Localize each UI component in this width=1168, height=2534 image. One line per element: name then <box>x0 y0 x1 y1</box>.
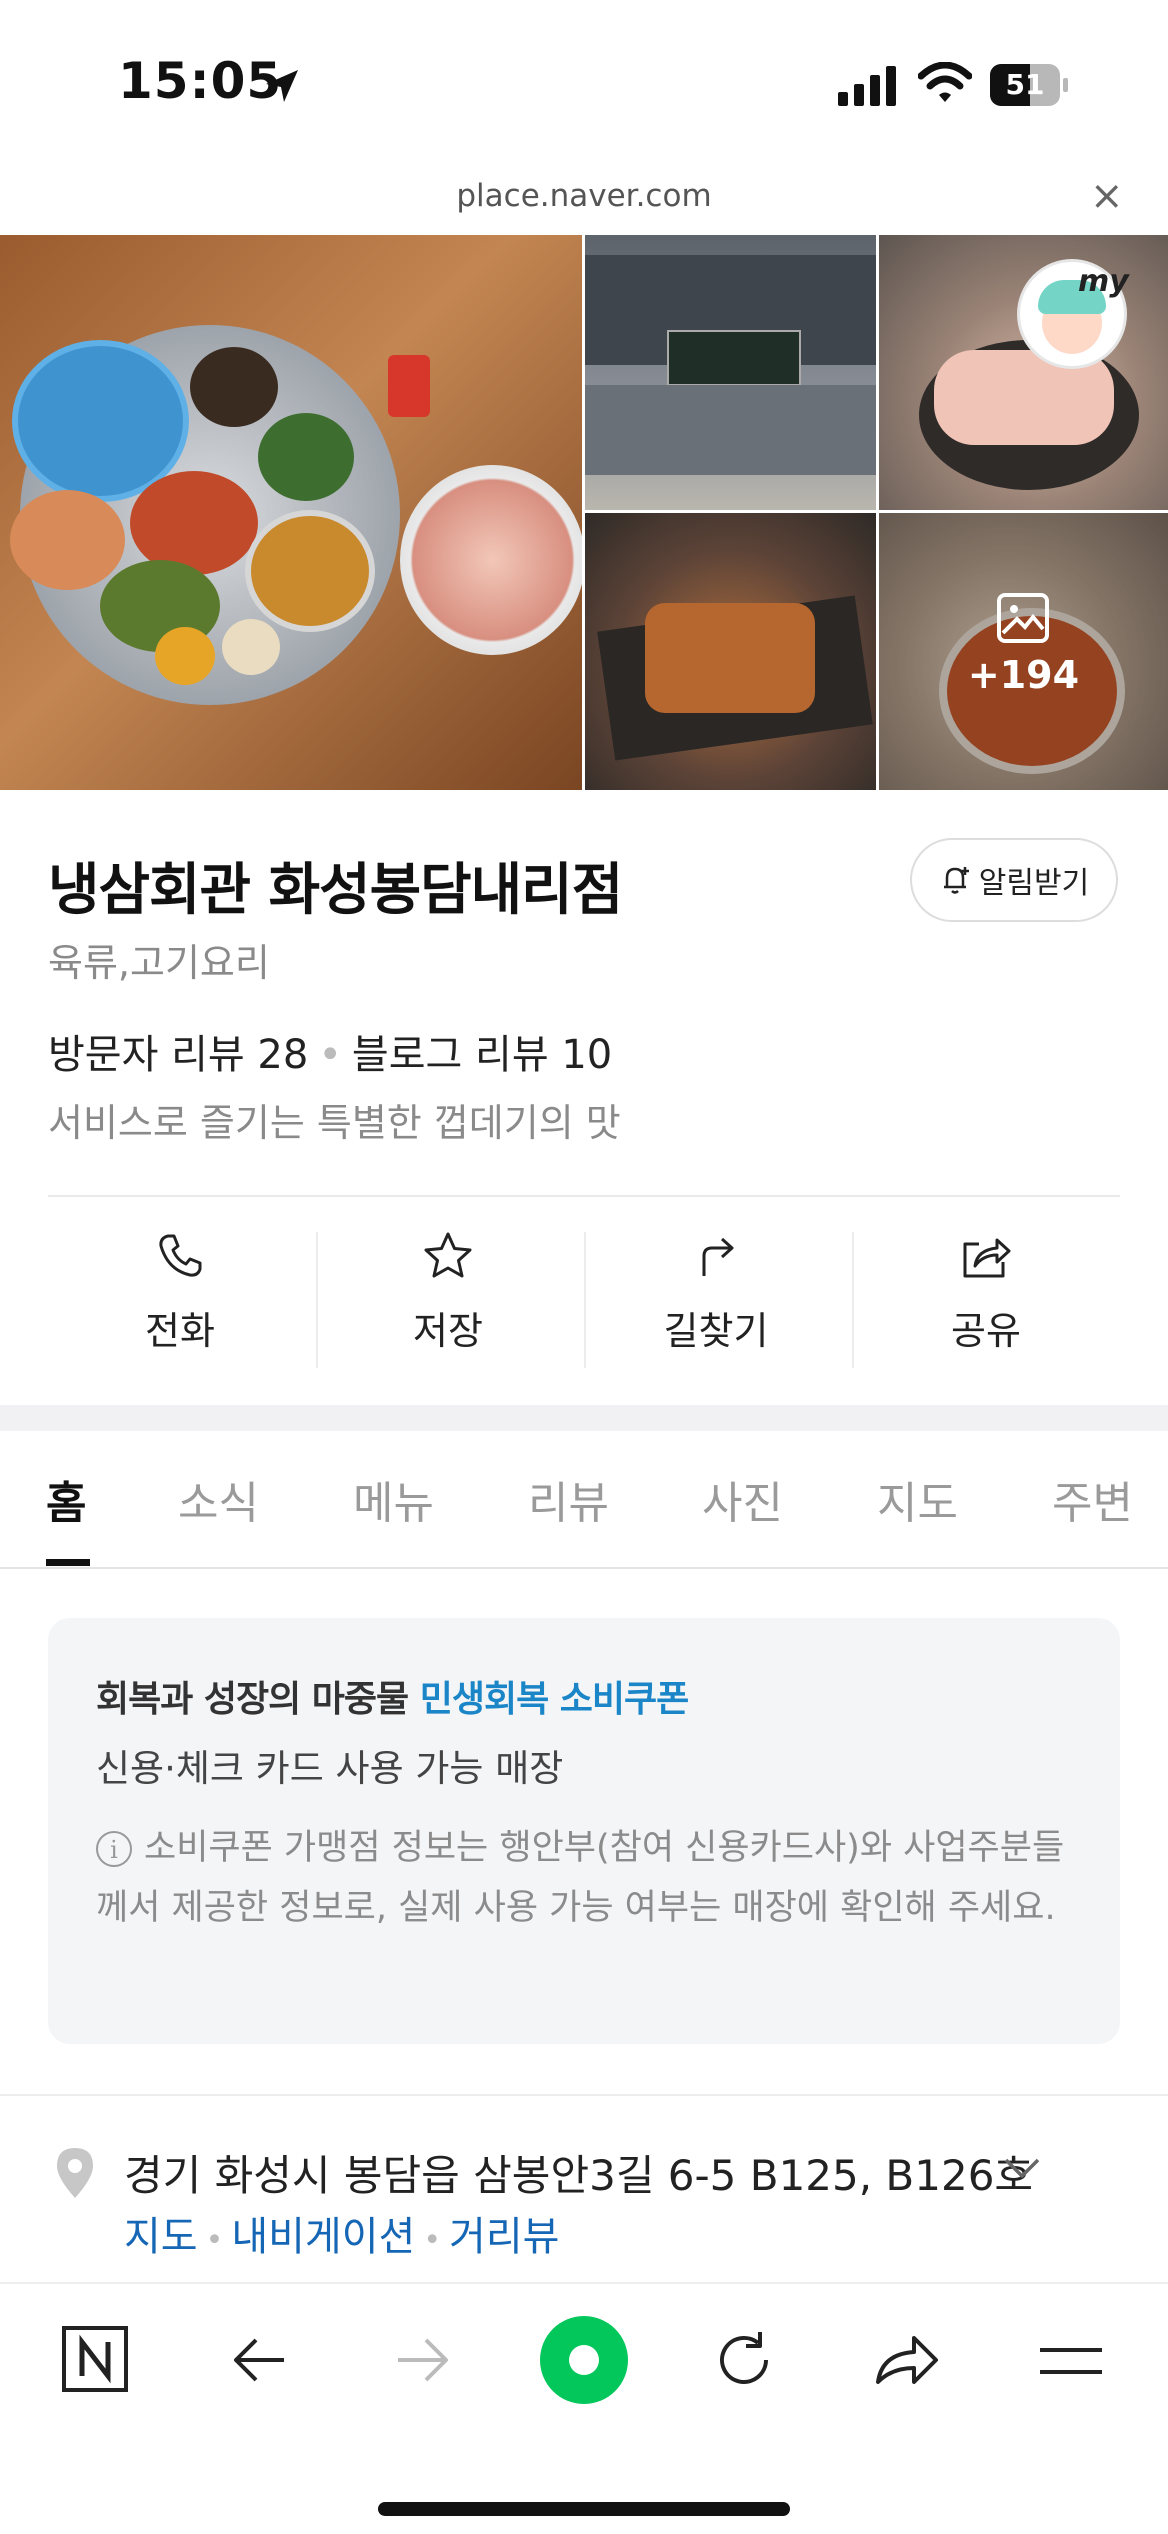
place-category: 육류,고기요리 <box>48 941 270 985</box>
kimchi-dish <box>130 471 258 575</box>
green-dot-button[interactable] <box>538 2314 630 2406</box>
coupon-title: 회복과 성장의 마중물 민생회복 소비쿠폰 <box>96 1670 689 1722</box>
store-entrance <box>585 385 876 475</box>
pork-belly-plate <box>400 465 582 655</box>
chevron-down-icon[interactable] <box>1000 2146 1044 2190</box>
photo-soup-more[interactable]: +194 <box>879 513 1168 790</box>
menu-icon[interactable] <box>1036 2336 1106 2386</box>
egg-dish <box>155 627 215 685</box>
directions-label: 길찾기 <box>663 1309 769 1353</box>
star-icon <box>424 1232 472 1278</box>
photo-main-food[interactable] <box>0 235 582 790</box>
home-indicator[interactable] <box>378 2502 790 2516</box>
avatar-my-label: my <box>1078 264 1129 299</box>
visitor-review-link[interactable]: 방문자 리뷰 28 <box>48 1032 308 1078</box>
tab-nearby[interactable]: 주변 <box>1052 1467 1133 1531</box>
sauce-bottle <box>388 355 430 417</box>
url-bar[interactable]: place.naver.com <box>0 178 1168 214</box>
tab-review[interactable]: 리뷰 <box>528 1467 609 1531</box>
refresh-icon[interactable] <box>710 2326 778 2394</box>
close-icon[interactable]: × <box>1090 176 1124 216</box>
navigation-link[interactable]: 내비게이션 <box>231 2214 415 2260</box>
separator-dot: • <box>423 2223 442 2258</box>
share-icon <box>963 1238 1011 1278</box>
save-label: 저장 <box>413 1309 483 1353</box>
share-label: 공유 <box>951 1309 1021 1353</box>
tab-photo[interactable]: 사진 <box>702 1467 783 1531</box>
coupon-subtitle: 신용·체크 카드 사용 가능 매장 <box>96 1747 564 1790</box>
side-dish <box>258 413 354 501</box>
status-time: 15:05 <box>118 52 283 110</box>
gallery-icon <box>997 593 1049 643</box>
address-links: 지도 • 내비게이션 • 거리뷰 <box>124 2204 559 2262</box>
tab-bar: 홈 소식 메뉴 리뷰 사진 지도 주변 <box>0 1431 1168 1569</box>
separator-dot: • <box>205 2223 224 2258</box>
battery-percent: 51 <box>1005 68 1045 101</box>
tab-news[interactable]: 소식 <box>178 1467 259 1531</box>
divider <box>0 2094 1168 2096</box>
wifi-icon <box>918 62 972 102</box>
phone-icon <box>159 1234 202 1277</box>
photo-pork-plate[interactable]: my <box>879 235 1168 510</box>
coupon-note-text: 소비쿠폰 가맹점 정보는 행안부(참여 신용카드사)와 사업주분들께서 제공한 … <box>96 1828 1065 1928</box>
map-pin-icon <box>57 2148 93 2198</box>
tab-home[interactable]: 홈 <box>46 1467 86 1531</box>
store-sign <box>667 330 801 386</box>
photo-grilled-skin[interactable] <box>585 513 876 790</box>
cellular-signal-icon <box>838 66 896 106</box>
coupon-title-prefix: 회복과 성장의 마중물 <box>96 1679 409 1720</box>
divider <box>48 1195 1120 1197</box>
call-button[interactable]: 전화 <box>46 1230 314 1370</box>
location-arrow-icon <box>266 70 298 102</box>
alarm-label: 알림받기 <box>978 866 1090 901</box>
browser-toolbar <box>0 2282 1168 2534</box>
garlic-dish <box>222 619 280 675</box>
active-tab-indicator <box>46 1559 90 1566</box>
place-name: 냉삼회관 화성봉담내리점 <box>48 858 623 923</box>
alarm-button[interactable]: 알림받기 <box>910 838 1118 922</box>
tab-menu[interactable]: 메뉴 <box>353 1467 434 1531</box>
section-separator <box>0 1405 1168 1431</box>
photo-more-count: +194 <box>967 653 1080 697</box>
separator-dot: • <box>318 1032 342 1078</box>
coupon-title-highlight: 민생회복 소비쿠폰 <box>419 1679 689 1720</box>
review-counts: 방문자 리뷰 28 • 블로그 리뷰 10 <box>48 1022 612 1080</box>
coupon-card[interactable]: 회복과 성장의 마중물 민생회복 소비쿠폰 신용·체크 카드 사용 가능 매장 … <box>48 1618 1120 2044</box>
naver-home-icon[interactable] <box>60 2324 130 2394</box>
forward-arrow-icon[interactable] <box>390 2328 454 2392</box>
call-label: 전화 <box>145 1309 215 1353</box>
stew-pot <box>245 510 375 632</box>
place-description: 서비스로 즐기는 특별한 껍데기의 맛 <box>48 1101 621 1145</box>
info-icon: i <box>96 1831 132 1867</box>
side-dish <box>10 490 125 590</box>
battery-indicator: 51 <box>990 64 1070 106</box>
map-link[interactable]: 지도 <box>124 2214 198 2260</box>
grilled-pork-skin <box>645 603 815 713</box>
bell-plus-icon <box>943 867 969 894</box>
directions-icon <box>702 1237 734 1276</box>
my-avatar[interactable]: my <box>1017 259 1129 369</box>
coupon-note: i 소비쿠폰 가맹점 정보는 행안부(참여 신용카드사)와 사업주분들께서 제공한… <box>96 1818 1096 1938</box>
street-view-link[interactable]: 거리뷰 <box>449 2214 559 2260</box>
photo-more-overlay <box>879 513 1168 790</box>
directions-button[interactable]: 길찾기 <box>582 1230 850 1370</box>
blog-review-link[interactable]: 블로그 리뷰 10 <box>352 1032 612 1078</box>
tab-map[interactable]: 지도 <box>877 1467 958 1531</box>
address-text[interactable]: 경기 화성시 봉담읍 삼봉안3길 6-5 B125, B126호 <box>124 2142 1033 2203</box>
save-button[interactable]: 저장 <box>314 1230 582 1370</box>
share-icon[interactable] <box>872 2328 942 2392</box>
back-arrow-icon[interactable] <box>228 2328 292 2392</box>
photo-storefront[interactable] <box>585 235 876 510</box>
side-dish <box>190 347 278 427</box>
share-button[interactable]: 공유 <box>852 1230 1120 1370</box>
